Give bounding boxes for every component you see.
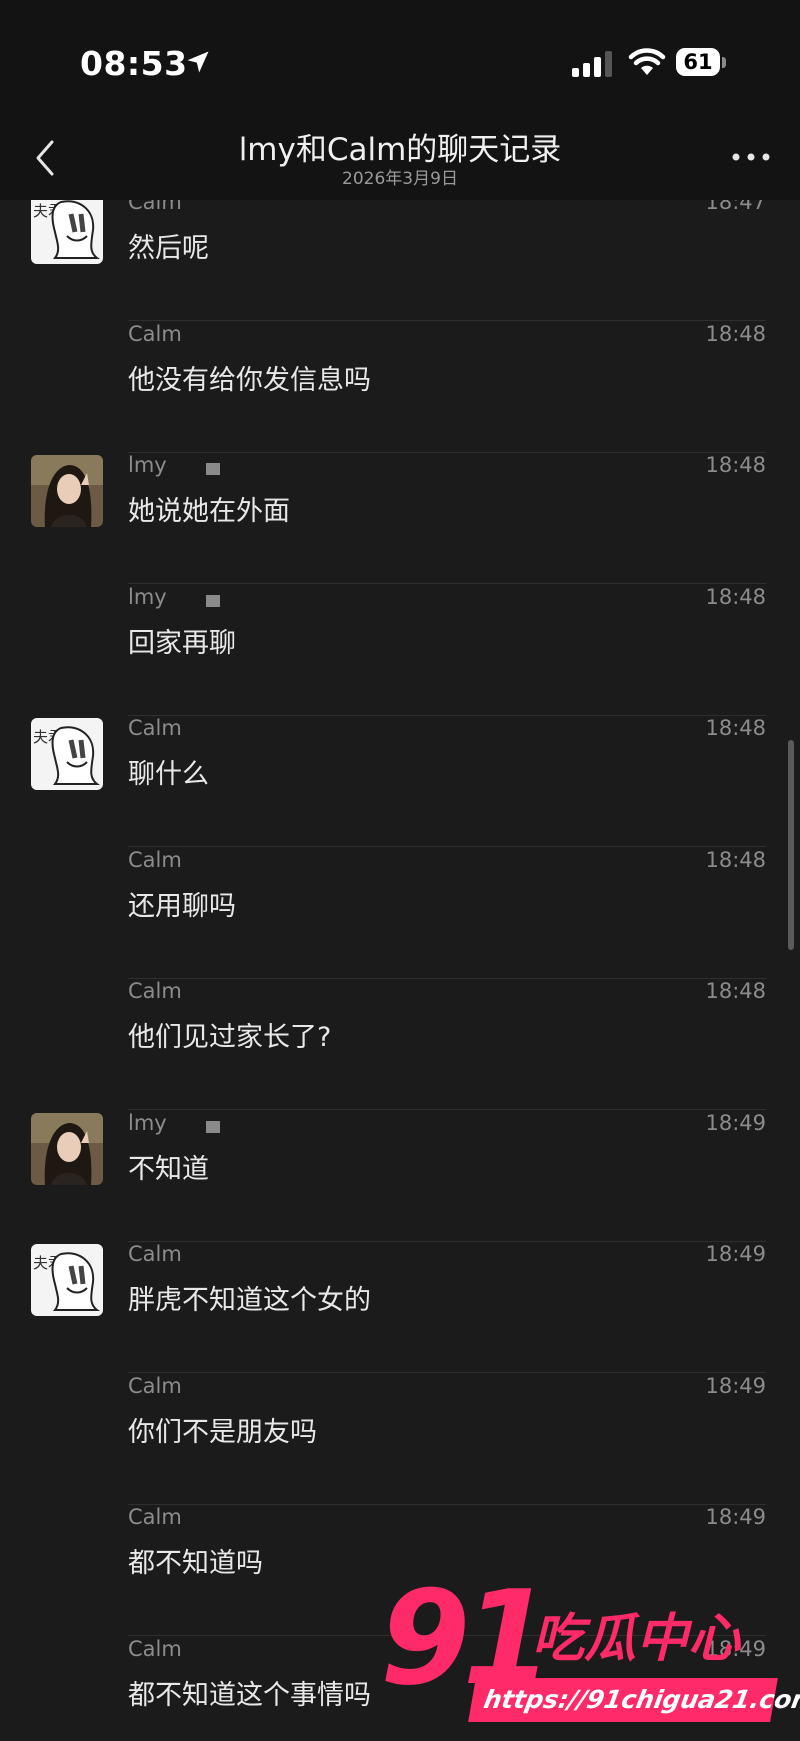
message-time: 18:49 [705, 1242, 766, 1266]
message-sender: Calm [128, 1505, 182, 1529]
message-time: 18:48 [705, 321, 766, 346]
message-sender: Calm [128, 716, 182, 740]
message-text: 胖虎不知道这个女的 [128, 1285, 371, 1316]
avatar-lmy[interactable] [31, 1112, 103, 1185]
battery-level: 61 [676, 48, 720, 76]
chat-header: lmy和Calm的聊天记录 2026年3月9日 [0, 120, 800, 200]
message-text: 还用聊吗 [128, 890, 236, 922]
more-options-icon[interactable] [726, 142, 776, 172]
message-text: 他们见过家长了? [128, 1022, 332, 1053]
avatar-calm[interactable]: 夫君 [31, 200, 103, 264]
message-sender: Calm [128, 979, 182, 1003]
message-sender: lmy [128, 1110, 167, 1135]
message-time: 18:48 [705, 453, 766, 477]
message-time: 18:49 [705, 1110, 766, 1135]
message-text: 都不知道这个事情吗 [128, 1679, 371, 1711]
message-sender: lmy [128, 584, 167, 609]
message-sender: Calm [128, 1373, 182, 1398]
message-text: 他没有给你发信息吗 [128, 364, 371, 396]
message-sender: Calm [128, 321, 182, 346]
battery-indicator: 61 [676, 48, 728, 78]
message-text: 你们不是朋友吗 [128, 1416, 317, 1448]
chat-message[interactable]: Calm 18:48 还用聊吗 [0, 848, 800, 979]
wifi-icon [628, 48, 666, 75]
message-sender: Calm [128, 200, 182, 214]
chat-message[interactable]: lmy 18:48 她说她在外面 [0, 453, 800, 584]
page-title: lmy和Calm的聊天记录 [238, 132, 562, 168]
avatar-calm[interactable]: 夫君 [31, 718, 103, 790]
chat-message[interactable]: lmy 18:49 不知道 [0, 1111, 800, 1242]
chat-message[interactable]: 夫君 Calm 18:48 聊什么 [0, 716, 800, 847]
redacted-name-block [206, 463, 220, 475]
message-time: 18:48 [705, 716, 766, 740]
avatar-calm[interactable]: 夫君 [31, 1244, 103, 1316]
redacted-name-block [206, 594, 220, 607]
message-time: 18:48 [705, 979, 766, 1003]
message-time: 18:47 [705, 200, 766, 214]
status-bar: 08:53 61 [0, 0, 800, 120]
location-arrow-icon [187, 51, 209, 73]
message-text: 聊什么 [128, 759, 209, 790]
message-sender: Calm [128, 1636, 182, 1661]
chat-message[interactable]: Calm 18:49 你们不是朋友吗 [0, 1374, 800, 1505]
message-text: 她说她在外面 [128, 496, 290, 527]
chat-message[interactable]: lmy 18:48 回家再聊 [0, 585, 800, 716]
chat-history-list[interactable]: 夫君 Calm 18:47 然后呢 Calm 18:48 他没有给你发信息吗 lmy 18:48… [0, 200, 800, 1741]
message-time: 18:48 [705, 584, 766, 609]
message-text: 都不知道吗 [128, 1548, 263, 1579]
message-text: 回家再聊 [128, 627, 236, 659]
page-subtitle-date: 2026年3月9日 [342, 169, 458, 189]
message-time: 18:49 [705, 1373, 766, 1398]
chat-message[interactable]: 夫君 Calm 18:49 胖虎不知道这个女的 [0, 1242, 800, 1373]
cellular-signal-icon [572, 51, 612, 77]
avatar-lmy[interactable] [31, 455, 103, 527]
scrollbar[interactable] [788, 740, 794, 950]
message-time: 18:49 [705, 1505, 766, 1529]
site-watermark: 91 吃瓜中心 https://91chigua21.com [380, 1562, 800, 1741]
watermark-url: https://91chigua21.com [468, 1678, 800, 1722]
chat-message[interactable]: Calm 18:48 他们见过家长了? [0, 979, 800, 1110]
battery-tip [722, 57, 726, 68]
message-sender: Calm [128, 1242, 182, 1266]
message-text: 然后呢 [128, 233, 209, 264]
chat-message[interactable]: 夫君 Calm 18:47 然后呢 [0, 200, 800, 321]
status-time: 08:53 [80, 44, 188, 83]
message-sender: Calm [128, 847, 182, 872]
message-text: 不知道 [128, 1153, 209, 1185]
watermark-name: 吃瓜中心 [532, 1609, 741, 1669]
message-time: 18:48 [705, 847, 766, 872]
chat-message[interactable]: Calm 18:48 他没有给你发信息吗 [0, 322, 800, 453]
message-sender: lmy [128, 453, 167, 477]
redacted-name-block [206, 1120, 220, 1133]
